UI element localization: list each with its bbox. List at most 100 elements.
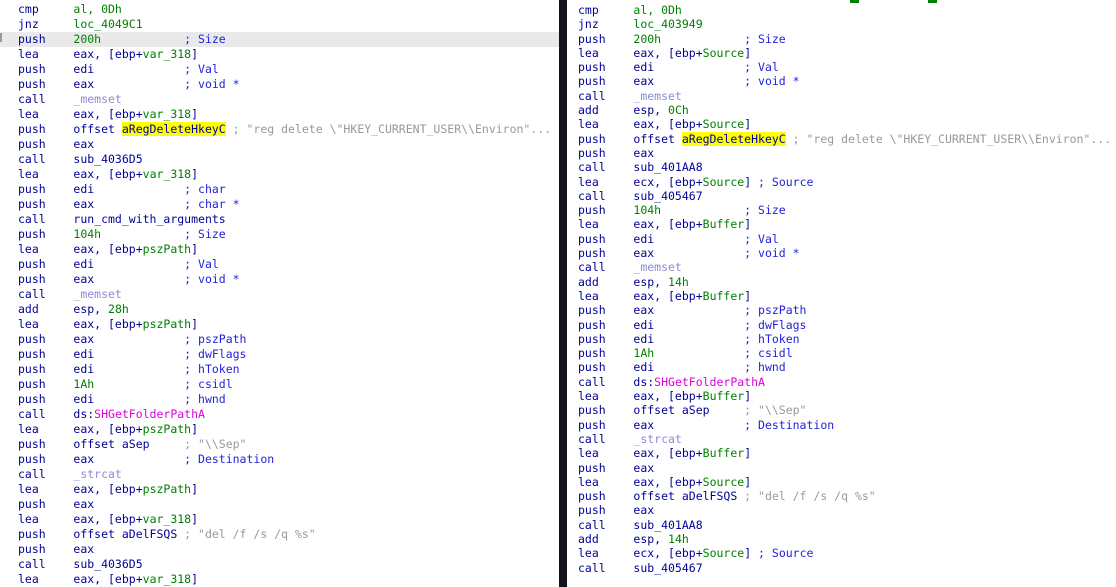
asm-line[interactable]: call sub_4036D5 <box>0 152 559 167</box>
asm-line[interactable]: push eax <box>567 503 1116 517</box>
asm-line[interactable]: call _memset <box>0 287 559 302</box>
asm-line[interactable]: push edi ; hToken <box>0 362 559 377</box>
asm-line-selected[interactable]: push 200h ; Size <box>0 32 559 47</box>
asm-line[interactable]: push edi ; dwFlags <box>0 347 559 362</box>
asm-line[interactable]: call ds:SHGetFolderPathA <box>0 407 559 422</box>
asm-line[interactable]: push edi ; hwnd <box>567 360 1116 374</box>
highlighted-symbol[interactable]: aRegDeleteHkeyC <box>122 122 226 136</box>
asm-line[interactable]: push edi ; char <box>0 182 559 197</box>
asm-token: Buffer <box>703 446 745 460</box>
asm-line[interactable]: push 104h ; Size <box>0 227 559 242</box>
asm-line[interactable]: push eax <box>0 137 559 152</box>
asm-token: ] <box>191 482 198 496</box>
asm-line[interactable]: lea ecx, [ebp+Source] ; Source <box>567 175 1116 189</box>
asm-line[interactable]: push eax <box>0 542 559 557</box>
asm-line[interactable]: push eax <box>567 146 1116 160</box>
asm-line[interactable]: add esp, 14h <box>567 275 1116 289</box>
asm-line[interactable]: lea eax, [ebp+pszPath] <box>0 422 559 437</box>
asm-line[interactable]: call sub_405467 <box>567 189 1116 203</box>
asm-line[interactable]: push offset aDelFSQS ; "del /f /s /q %s" <box>567 489 1116 503</box>
asm-line[interactable]: push offset aSep ; "\\Sep" <box>567 403 1116 417</box>
asm-line[interactable]: push edi ; Val <box>567 60 1116 74</box>
asm-line[interactable]: add esp, 14h <box>567 532 1116 546</box>
asm-line[interactable]: jnz loc_403949 <box>567 17 1116 31</box>
asm-line[interactable]: lea eax, [ebp+Source] <box>567 117 1116 131</box>
asm-line[interactable]: call sub_401AA8 <box>567 518 1116 532</box>
asm-line[interactable]: cmp al, 0Dh <box>0 2 559 17</box>
asm-line[interactable]: lea eax, [ebp+var_318] <box>0 107 559 122</box>
asm-line[interactable]: push eax ; Destination <box>567 418 1116 432</box>
asm-line[interactable]: call sub_401AA8 <box>567 160 1116 174</box>
asm-line[interactable]: push eax <box>0 497 559 512</box>
asm-line[interactable]: lea ecx, [ebp+Source] ; Source <box>567 546 1116 560</box>
asm-line[interactable]: push edi ; Val <box>0 257 559 272</box>
asm-line[interactable]: push edi ; Val <box>0 62 559 77</box>
asm-token: push <box>578 146 633 160</box>
asm-line[interactable]: lea eax, [ebp+Buffer] <box>567 389 1116 403</box>
asm-line[interactable]: lea eax, [ebp+Source] <box>567 475 1116 489</box>
asm-token: Source <box>703 117 745 131</box>
asm-line[interactable]: push eax ; void * <box>567 74 1116 88</box>
highlighted-symbol[interactable]: aRegDeleteHkeyC <box>682 132 786 146</box>
asm-line[interactable]: lea eax, [ebp+var_318] <box>0 512 559 527</box>
asm-line[interactable]: lea eax, [ebp+pszPath] <box>0 242 559 257</box>
asm-line[interactable]: call sub_405467 <box>567 561 1116 575</box>
asm-line[interactable]: add esp, 0Ch <box>567 103 1116 117</box>
asm-line[interactable]: push eax ; void * <box>0 77 559 92</box>
asm-line[interactable]: call run_cmd_with_arguments <box>0 212 559 227</box>
asm-line[interactable]: call _strcat <box>567 432 1116 446</box>
asm-line[interactable]: push offset aDelFSQS ; "del /f /s /q %s" <box>0 527 559 542</box>
asm-line[interactable]: push 1Ah ; csidl <box>567 346 1116 360</box>
asm-token: ; Size <box>744 32 786 46</box>
asm-token: var_318 <box>143 512 191 526</box>
asm-token: var_318 <box>143 572 191 586</box>
asm-line[interactable]: cmp al, 0Dh <box>567 3 1116 17</box>
asm-line[interactable]: call ds:SHGetFolderPathA <box>567 375 1116 389</box>
asm-line[interactable]: lea eax, [ebp+var_318] <box>0 167 559 182</box>
asm-line[interactable]: push edi ; Val <box>567 232 1116 246</box>
asm-token: ] <box>191 242 198 256</box>
asm-token: offset aSep <box>633 403 744 417</box>
asm-token: eax, [ebp+ <box>633 446 702 460</box>
asm-line[interactable]: push eax ; void * <box>0 272 559 287</box>
asm-token: ; "reg delete \"HKEY_CURRENT_USER\\Envir… <box>226 122 551 136</box>
asm-line[interactable]: push edi ; hToken <box>567 332 1116 346</box>
asm-line[interactable]: push 200h ; Size <box>567 32 1116 46</box>
asm-line[interactable]: call _memset <box>567 89 1116 103</box>
asm-line[interactable]: call sub_4036D5 <box>0 557 559 572</box>
asm-line[interactable]: call _memset <box>0 92 559 107</box>
asm-line[interactable]: lea eax, [ebp+Buffer] <box>567 446 1116 460</box>
asm-line[interactable]: push 1Ah ; csidl <box>0 377 559 392</box>
asm-line[interactable]: push 104h ; Size <box>567 203 1116 217</box>
asm-line[interactable]: lea eax, [ebp+pszPath] <box>0 317 559 332</box>
asm-line[interactable]: push eax ; char * <box>0 197 559 212</box>
asm-line[interactable]: push offset aRegDeleteHkeyC ; "reg delet… <box>0 122 559 137</box>
pane-divider[interactable] <box>559 0 567 587</box>
asm-line[interactable]: push edi ; hwnd <box>0 392 559 407</box>
asm-line[interactable]: call _memset <box>567 260 1116 274</box>
asm-line[interactable]: push eax ; Destination <box>0 452 559 467</box>
asm-line[interactable]: lea eax, [ebp+var_318] <box>0 572 559 587</box>
asm-line[interactable]: push eax ; pszPath <box>0 332 559 347</box>
asm-line[interactable]: push offset aRegDeleteHkeyC ; "reg delet… <box>567 132 1116 146</box>
asm-line[interactable]: push offset aSep ; "\\Sep" <box>0 437 559 452</box>
asm-line[interactable]: jnz loc_4049C1 <box>0 17 559 32</box>
asm-token: edi <box>633 360 744 374</box>
disassembly-pane-right[interactable]: cmp al, 0Dhjnz loc_403949push 200h ; Siz… <box>567 0 1116 587</box>
asm-line[interactable]: push edi ; dwFlags <box>567 318 1116 332</box>
asm-line[interactable]: lea eax, [ebp+Source] <box>567 46 1116 60</box>
asm-token: Source <box>703 475 745 489</box>
asm-line[interactable]: push eax <box>567 461 1116 475</box>
disassembly-pane-left[interactable]: cmp al, 0Dhjnz loc_4049C1push 200h ; Siz… <box>0 0 559 587</box>
asm-line[interactable]: lea eax, [ebp+var_318] <box>0 47 559 62</box>
asm-line[interactable]: lea eax, [ebp+Buffer] <box>567 217 1116 231</box>
asm-line[interactable]: lea eax, [ebp+Buffer] <box>567 289 1116 303</box>
asm-line[interactable]: push eax ; void * <box>567 246 1116 260</box>
asm-line[interactable]: add esp, 28h <box>0 302 559 317</box>
asm-line[interactable]: push eax ; pszPath <box>567 303 1116 317</box>
asm-line[interactable]: call _strcat <box>0 467 559 482</box>
asm-token: run_cmd_with_arguments <box>73 212 225 226</box>
asm-token: push <box>18 122 73 136</box>
asm-line[interactable]: lea eax, [ebp+pszPath] <box>0 482 559 497</box>
asm-token: pszPath <box>143 242 191 256</box>
